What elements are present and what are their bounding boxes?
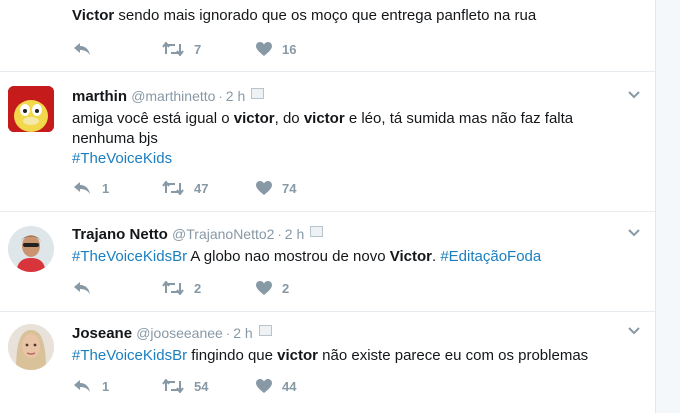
tweet-text: #TheVoiceKidsBr fingindo que victor não … bbox=[72, 347, 589, 364]
chevron-down-icon[interactable] bbox=[627, 324, 641, 338]
retweet-count: 47 bbox=[194, 180, 209, 196]
reply-button[interactable] bbox=[72, 39, 92, 59]
heart-icon bbox=[256, 41, 272, 56]
tweet-text: amiga você está igual o victor, do victo… bbox=[72, 110, 574, 167]
like-button[interactable]: 74 bbox=[256, 178, 296, 198]
tweet-item[interactable]: Joseane @jooseeanee · 2 h #TheVoiceKidsBr … bbox=[0, 312, 655, 413]
avatar-person-image bbox=[8, 324, 54, 370]
tweet-item[interactable]: Trajano Netto @TrajanoNetto2 · 2 h #TheVoi… bbox=[0, 212, 655, 312]
avatar[interactable] bbox=[8, 86, 54, 132]
user-handle[interactable]: @TrajanoNetto2 bbox=[172, 226, 274, 242]
reply-icon bbox=[74, 380, 90, 392]
tweet-header: Joseane @jooseeanee · 2 h bbox=[72, 323, 615, 344]
avatar-person-image bbox=[8, 226, 54, 272]
retweet-icon bbox=[162, 181, 184, 195]
retweet-button[interactable]: 54 bbox=[162, 376, 208, 396]
retweet-icon bbox=[162, 42, 184, 56]
hashtag-link[interactable]: #EditaçãoFoda bbox=[440, 248, 541, 265]
like-button[interactable]: 16 bbox=[256, 39, 296, 59]
avatar-duck-image bbox=[8, 86, 54, 132]
like-count: 44 bbox=[282, 378, 297, 394]
retweet-button[interactable]: 2 bbox=[162, 278, 201, 298]
verified-badge-icon bbox=[251, 88, 265, 99]
avatar[interactable] bbox=[8, 324, 54, 370]
reply-icon bbox=[74, 282, 90, 294]
retweet-button[interactable]: 7 bbox=[162, 39, 201, 59]
retweet-icon bbox=[162, 281, 184, 295]
tweet-text: #TheVoiceKidsBr A globo nao mostrou de n… bbox=[72, 248, 542, 265]
retweet-count: 54 bbox=[194, 378, 209, 394]
hashtag-link[interactable]: #TheVoiceKidsBr bbox=[72, 248, 187, 265]
tweet-header: marthin @marthinetto · 2 h bbox=[72, 86, 615, 107]
user-name[interactable]: Trajano Netto bbox=[72, 226, 168, 243]
user-handle[interactable]: @marthinetto bbox=[131, 88, 215, 104]
like-button[interactable]: 2 bbox=[256, 278, 289, 298]
like-button[interactable]: 44 bbox=[256, 376, 296, 396]
verified-badge-icon bbox=[258, 325, 272, 336]
hashtag-link[interactable]: #TheVoiceKidsBr bbox=[72, 347, 187, 364]
user-handle[interactable]: @jooseeanee bbox=[136, 325, 223, 341]
chevron-down-icon[interactable] bbox=[627, 226, 641, 240]
avatar[interactable] bbox=[8, 226, 54, 272]
right-sidebar bbox=[655, 0, 680, 413]
reply-button[interactable] bbox=[72, 278, 92, 298]
tweet-text: Victor sendo mais ignorado que os moço q… bbox=[72, 7, 537, 24]
like-count: 16 bbox=[282, 41, 297, 57]
like-count: 2 bbox=[282, 280, 290, 296]
reply-count: 1 bbox=[102, 378, 110, 394]
tweet-header: Trajano Netto @TrajanoNetto2 · 2 h bbox=[72, 224, 615, 245]
user-name[interactable]: marthin bbox=[72, 88, 127, 105]
tweet-time[interactable]: 2 h bbox=[285, 226, 304, 242]
retweet-count: 2 bbox=[194, 280, 202, 296]
tweet-item[interactable]: Victor sendo mais ignorado que os moço q… bbox=[0, 0, 655, 72]
heart-icon bbox=[256, 378, 272, 393]
reply-button[interactable]: 1 bbox=[72, 178, 109, 198]
heart-icon bbox=[256, 180, 272, 195]
tweet-time[interactable]: 2 h bbox=[233, 325, 252, 341]
reply-button[interactable]: 1 bbox=[72, 376, 109, 396]
tweet-item[interactable]: marthin @marthinetto · 2 h amiga você está… bbox=[0, 72, 655, 212]
hashtag-link[interactable]: #TheVoiceKids bbox=[72, 150, 172, 167]
retweet-button[interactable]: 47 bbox=[162, 178, 208, 198]
reply-icon bbox=[74, 182, 90, 194]
tweet-time[interactable]: 2 h bbox=[226, 88, 245, 104]
reply-icon bbox=[74, 43, 90, 55]
user-name[interactable]: Joseane bbox=[72, 325, 132, 342]
chevron-down-icon[interactable] bbox=[627, 88, 641, 102]
timeline: Victor sendo mais ignorado que os moço q… bbox=[0, 0, 655, 413]
like-count: 74 bbox=[282, 180, 297, 196]
retweet-icon bbox=[162, 379, 184, 393]
reply-count: 1 bbox=[102, 180, 110, 196]
verified-badge-icon bbox=[310, 226, 324, 237]
heart-icon bbox=[256, 280, 272, 295]
retweet-count: 7 bbox=[194, 41, 202, 57]
